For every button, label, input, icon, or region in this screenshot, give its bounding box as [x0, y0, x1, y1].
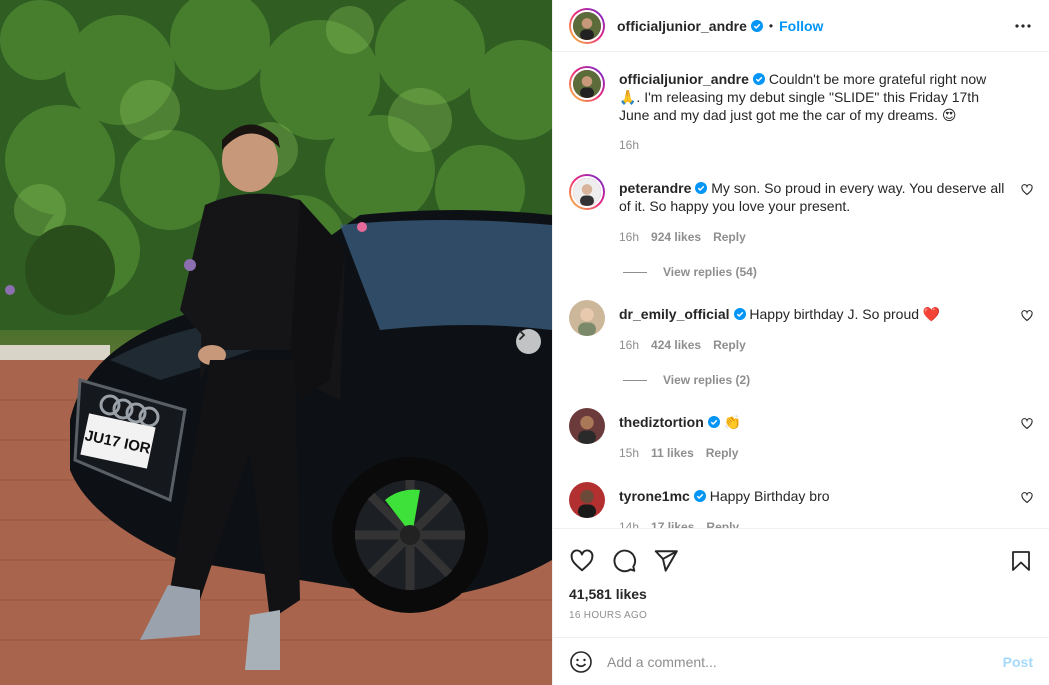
comment-likes[interactable]: 424 likes	[651, 338, 701, 352]
like-comment-button[interactable]	[1021, 492, 1033, 504]
verified-icon	[733, 308, 746, 320]
comment-time: 16h	[619, 230, 640, 244]
caption-username[interactable]: officialjunior_andre	[619, 71, 749, 87]
verified-icon	[695, 182, 708, 194]
comment-username[interactable]: dr_emily_official	[619, 306, 730, 322]
comment-avatar[interactable]	[569, 482, 605, 518]
divider-line	[623, 271, 647, 273]
comment-username[interactable]: thediztortion	[619, 414, 704, 430]
comment-meta: 14h 17 likes Reply	[619, 520, 739, 528]
comment-likes[interactable]: 11 likes	[651, 446, 694, 460]
heart-icon	[570, 549, 594, 572]
comment-username[interactable]: tyrone1mc	[619, 488, 690, 504]
verified-icon	[750, 19, 763, 32]
like-comment-button[interactable]	[1021, 310, 1033, 322]
comment-time: 14h	[619, 520, 640, 528]
post-actions: 41,581 likes 16 hours ago	[553, 528, 1049, 621]
comment-text: Happy birthday J. So proud ❤️	[749, 306, 941, 322]
more-icon	[1015, 23, 1031, 28]
share-button[interactable]	[653, 548, 679, 574]
comment-avatar[interactable]	[569, 174, 605, 210]
heart-icon	[1021, 310, 1033, 322]
author-avatar[interactable]	[569, 7, 605, 44]
reply-button[interactable]: Reply	[706, 446, 739, 460]
author-username[interactable]: officialjunior_andre	[617, 18, 747, 34]
heart-icon	[1021, 418, 1033, 430]
comment-meta: 16h 924 likes Reply	[619, 230, 746, 244]
follow-button[interactable]: Follow	[779, 18, 823, 34]
like-comment-button[interactable]	[1021, 418, 1033, 430]
comment-row: peterandre My son. So proud in every way…	[569, 174, 1033, 215]
comment-row: thediztortion 👏	[569, 408, 1033, 444]
comment-input[interactable]	[607, 653, 1003, 670]
view-replies-label: View replies (2)	[663, 373, 751, 387]
comment-avatar[interactable]	[569, 300, 605, 336]
like-comment-button[interactable]	[1021, 184, 1033, 196]
comment-time: 15h	[619, 446, 640, 460]
author-avatar-caption[interactable]	[569, 66, 605, 102]
bookmark-icon	[1012, 551, 1030, 571]
carousel-next-button[interactable]	[516, 329, 541, 354]
comment-likes[interactable]: 17 likes	[651, 520, 694, 528]
reply-button[interactable]: Reply	[713, 338, 746, 352]
post-header: officialjunior_andre • Follow	[553, 0, 1049, 52]
comment-meta: 15h 11 likes Reply	[619, 446, 738, 460]
like-button[interactable]	[569, 548, 595, 574]
save-button[interactable]	[1009, 549, 1033, 573]
more-options-button[interactable]	[1013, 16, 1033, 36]
reply-button[interactable]: Reply	[706, 520, 739, 528]
heart-icon	[1021, 184, 1033, 196]
add-comment-bar: Post	[553, 637, 1049, 685]
share-icon	[654, 550, 678, 572]
chevron-right-icon	[519, 330, 526, 340]
comment-text: 👏	[723, 414, 742, 430]
post-comment-button[interactable]: Post	[1003, 654, 1033, 670]
divider-line	[623, 379, 647, 381]
comment-meta: 16h 424 likes Reply	[619, 338, 746, 352]
comment-likes[interactable]: 924 likes	[651, 230, 701, 244]
view-replies-button[interactable]: View replies (2)	[623, 373, 750, 387]
emoji-icon	[570, 650, 592, 673]
comment-text: Happy Birthday bro	[709, 488, 830, 504]
verified-icon	[693, 490, 706, 502]
verified-icon	[752, 73, 765, 85]
comments-list[interactable]: officialjunior_andre Couldn't be more gr…	[553, 52, 1049, 528]
verified-icon	[707, 416, 720, 428]
post-photo[interactable]: JU17 IOR	[0, 0, 552, 685]
comment-row: dr_emily_official Happy birthday J. So p…	[569, 300, 1033, 336]
comment-avatar[interactable]	[569, 408, 605, 444]
photo-illustration: JU17 IOR	[0, 0, 552, 685]
emoji-picker-button[interactable]	[569, 650, 593, 674]
comment-username[interactable]: peterandre	[619, 180, 691, 196]
post-timestamp: 16 hours ago	[569, 610, 648, 621]
reply-button[interactable]: Reply	[713, 230, 746, 244]
comment-time: 16h	[619, 338, 640, 352]
comment-icon	[613, 549, 637, 573]
caption-meta: 16h	[619, 138, 639, 152]
post-likes-count[interactable]: 41,581 likes	[553, 581, 1049, 602]
separator-dot: •	[768, 18, 774, 33]
view-replies-button[interactable]: View replies (54)	[623, 265, 757, 279]
comment-row: tyrone1mc Happy Birthday bro	[569, 482, 1033, 518]
caption-row: officialjunior_andre Couldn't be more gr…	[569, 66, 1033, 124]
comment-button[interactable]	[611, 548, 637, 574]
heart-icon	[1021, 492, 1033, 504]
post-side-panel: officialjunior_andre • Follow officialju…	[552, 0, 1049, 685]
view-replies-label: View replies (54)	[663, 265, 757, 279]
caption-time: 16h	[619, 138, 640, 152]
